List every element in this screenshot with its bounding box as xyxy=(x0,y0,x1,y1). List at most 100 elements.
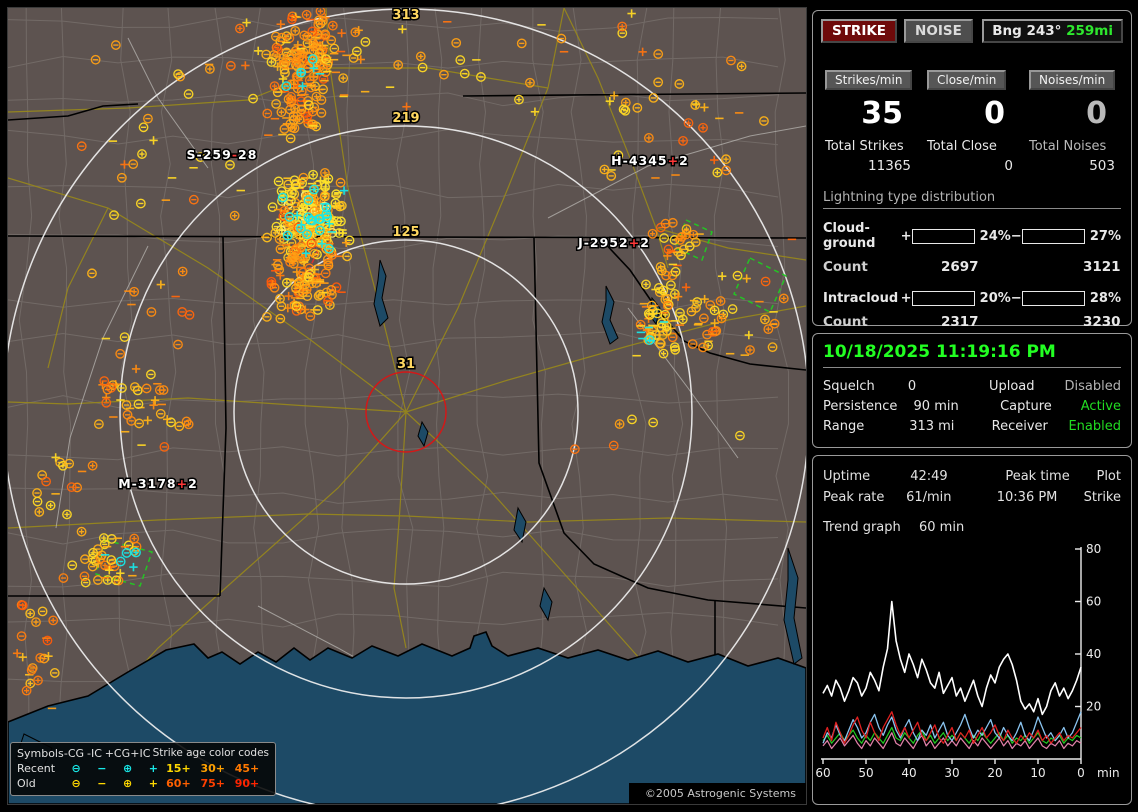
legend-row-label: Old xyxy=(17,777,36,790)
strike-age-code: 90+ xyxy=(234,777,260,790)
legend-symbol-cg-neg-icon: ⊖ xyxy=(71,777,81,790)
legend-symbol-ic-pos-icon: + xyxy=(148,762,158,775)
peak-rate-value: 61/min xyxy=(906,490,952,505)
storm-cell-label: J-2952+2 xyxy=(577,235,650,250)
cloud-ground-count-row: Count 2697 3121 xyxy=(823,259,1121,275)
legend-col-cg-neg: -CG xyxy=(63,747,85,760)
close-stat-column: Close/min 0 Total Close 0 xyxy=(921,69,1023,174)
storm-cell-label: H-4345+2 xyxy=(611,153,689,168)
lightning-map[interactable]: 31 125 219 313 S-259-28 H-4345+2 J-2952+2 M-317… xyxy=(7,7,807,805)
strike-age-code: 30+ xyxy=(200,762,225,775)
legend-symbol-ic-neg-icon: − xyxy=(97,762,107,775)
squelch-label: Squelch xyxy=(823,378,875,394)
close-per-min-chip: Close/min xyxy=(927,70,1007,90)
legend-symbol-cg-pos-icon: ⊕ xyxy=(122,777,133,790)
plus-sign: + xyxy=(900,228,912,244)
intracloud-label: Intracloud xyxy=(823,291,899,306)
copyright-text: ©2005 Astrogenic Systems xyxy=(628,783,806,804)
strikes-per-min-chip: Strikes/min xyxy=(825,70,913,90)
plus-sign: + xyxy=(900,291,912,306)
svg-text:10: 10 xyxy=(1030,766,1045,780)
bearing-value: Bng 243° xyxy=(992,23,1062,39)
noises-per-min-value: 0 xyxy=(1086,96,1107,131)
persistence-row: Persistence 90 min Capture Active xyxy=(823,396,1121,416)
svg-text:60: 60 xyxy=(815,766,830,780)
capture-status: Active xyxy=(1080,398,1121,414)
cloud-ground-row: Cloud-ground + 24% − 27% xyxy=(823,221,1121,251)
ic-positive-count: 2317 xyxy=(941,314,979,330)
receiver-label: Receiver xyxy=(991,418,1048,434)
squelch-value: 0 xyxy=(907,378,917,394)
range-value: 313 mi xyxy=(909,418,955,434)
upload-status: Disabled xyxy=(1064,378,1122,394)
storm-cell-label: S-259-28 xyxy=(187,147,258,162)
total-close-value: 0 xyxy=(1004,158,1013,174)
strike-age-code: 60+ xyxy=(166,777,191,790)
svg-text:0: 0 xyxy=(1077,766,1085,780)
legend-symbol-ic-neg-icon: − xyxy=(97,777,107,790)
bearing-range-value: 259mi xyxy=(1066,23,1113,39)
legend-symbol-cg-pos-icon: ⊕ xyxy=(122,762,133,775)
range-ring-label: 125 xyxy=(392,225,419,240)
svg-text:50: 50 xyxy=(858,766,873,780)
total-close-label: Total Close xyxy=(927,139,997,154)
svg-text:40: 40 xyxy=(901,766,916,780)
uptime-label: Uptime xyxy=(823,469,871,484)
close-per-min-value: 0 xyxy=(984,96,1005,131)
ic-positive-bar xyxy=(911,291,975,306)
legend-row-label: Recent xyxy=(17,762,56,775)
trend-graph-label: Trend graph xyxy=(823,520,901,535)
trend-graph-chart: 20 40 60 80 60 50 40 30 20 10 0 min xyxy=(815,542,1120,780)
bearing-readout: Bng 243° 259mi xyxy=(982,19,1123,43)
cg-negative-count: 3121 xyxy=(1083,259,1121,275)
strikes-per-min-value: 35 xyxy=(861,96,903,131)
ic-positive-pct: 20% xyxy=(979,291,1011,306)
svg-text:30: 30 xyxy=(944,766,959,780)
receiver-status: Enabled xyxy=(1068,418,1121,434)
strike-age-code: 15+ xyxy=(166,762,191,775)
cg-positive-pct: 24% xyxy=(979,228,1011,244)
legend-symbol-ic-pos-icon: + xyxy=(148,777,158,790)
trend-axes xyxy=(821,547,1082,764)
cloud-ground-label: Cloud-ground xyxy=(823,221,876,251)
peak-rate-label: Peak rate xyxy=(823,490,885,505)
strike-age-code: 75+ xyxy=(200,777,225,790)
total-noises-value: 503 xyxy=(1089,158,1115,174)
ic-negative-count: 3230 xyxy=(1083,314,1121,330)
strike-toggle-button[interactable]: STRIKE xyxy=(821,19,898,43)
ic-negative-bar xyxy=(1021,291,1085,306)
range-ring-label: 313 xyxy=(392,8,419,23)
status-panel: 10/18/2025 11:19:16 PM Squelch 0 Upload … xyxy=(812,333,1132,448)
trend-graph-row: Trend graph 60 min xyxy=(823,508,1121,535)
cg-positive-bar xyxy=(911,228,975,244)
noise-toggle-button[interactable]: NOISE xyxy=(904,19,973,43)
datetime-display: 10/18/2025 11:19:16 PM xyxy=(823,342,1056,362)
minus-sign: − xyxy=(1010,291,1022,306)
total-noises-label: Total Noises xyxy=(1029,139,1107,154)
svg-text:20: 20 xyxy=(1086,700,1101,714)
legend-header-row: Symbols -CG -IC +CG +IC Strike age color… xyxy=(17,746,269,761)
legend-col-cg-pos: +CG xyxy=(104,747,131,760)
upload-label: Upload xyxy=(988,378,1035,394)
distribution-title: Lightning type distribution xyxy=(823,190,1121,209)
legend-col-ic-neg: -IC xyxy=(86,747,102,760)
range-ring-label: 219 xyxy=(392,111,419,126)
uptime-row: Uptime 42:49 Peak time Plot xyxy=(823,466,1121,487)
legend-age-title: Strike age color codes xyxy=(152,747,269,759)
svg-text:20: 20 xyxy=(987,766,1002,780)
total-strikes-label: Total Strikes xyxy=(825,139,904,154)
ic-negative-pct: 28% xyxy=(1089,291,1121,306)
peak-time-value: 10:36 PM xyxy=(996,490,1058,505)
intracloud-count-row: Count 2317 3230 xyxy=(823,314,1121,330)
strike-stats-panel: STRIKE NOISE Bng 243° 259mi Strikes/min … xyxy=(812,10,1132,330)
legend-symbols-label: Symbols xyxy=(17,747,64,760)
storm-cell-label: M-3178+2 xyxy=(118,476,198,491)
noises-per-min-chip: Noises/min xyxy=(1029,70,1116,90)
cg-negative-pct: 27% xyxy=(1089,228,1121,244)
map-canvas[interactable]: 31 125 219 313 S-259-28 H-4345+2 J-2952+2 M-317… xyxy=(8,8,806,804)
trend-series-total-strikes xyxy=(822,600,1082,716)
trend-graph-duration: 60 min xyxy=(919,520,965,535)
svg-text:min: min xyxy=(1097,766,1120,780)
legend-row-old: Old ⊖ − ⊕ +60+ 75+ 90+ xyxy=(17,776,269,791)
strike-age-code: 45+ xyxy=(234,762,260,775)
